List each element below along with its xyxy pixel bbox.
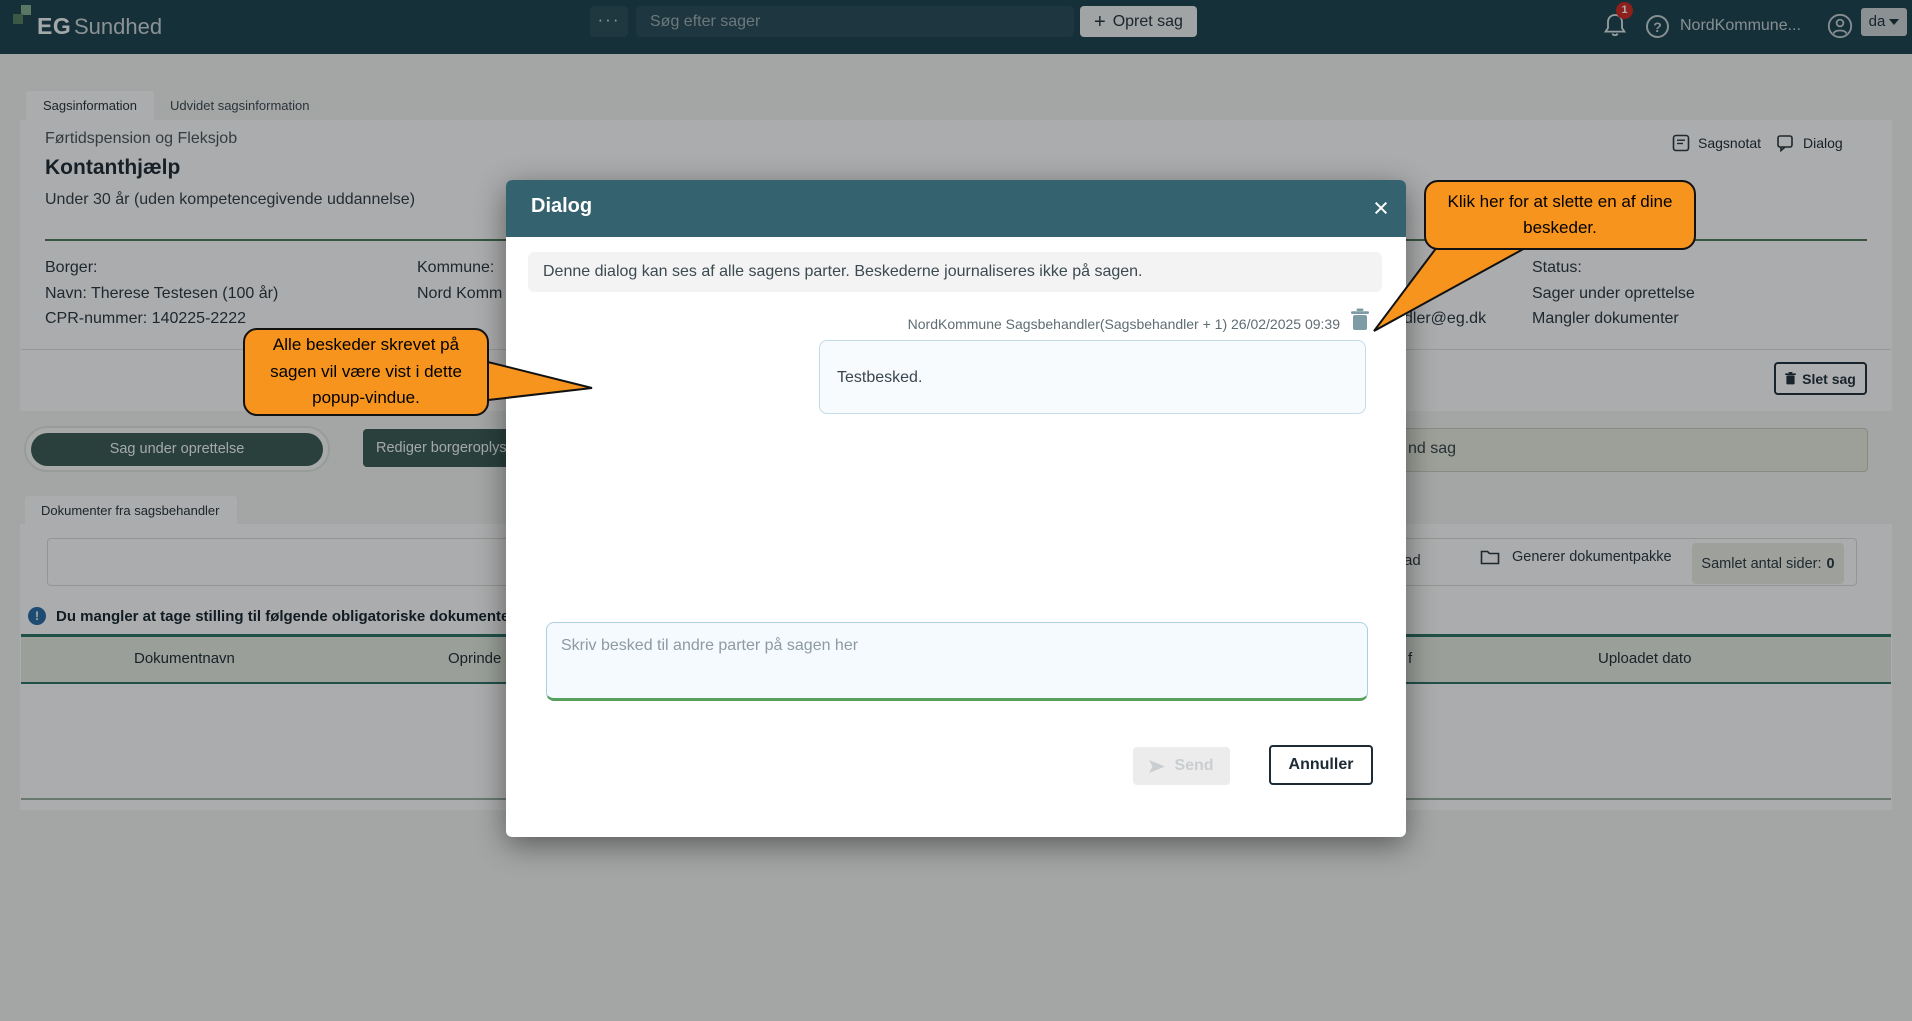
compose-message-box [546,622,1368,701]
message-meta: NordKommune Sagsbehandler(Sagsbehandler … [700,316,1340,332]
dialog-info-banner: Denne dialog kan ses af alle sagens part… [528,252,1382,292]
send-icon [1149,760,1165,773]
modal-title: Dialog [531,195,592,218]
callout-delete-tail [1360,243,1540,338]
dialog-modal-header: Dialog × [506,180,1406,237]
compose-message-input[interactable] [547,623,1367,698]
callout-popup-tail [480,352,598,408]
send-label: Send [1174,757,1213,775]
message-bubble: Testbesked. [819,340,1366,414]
callout-delete-hint: Klik her for at slette en af dine besked… [1424,180,1696,250]
callout-popup-hint: Alle beskeder skrevet på sagen vil være … [243,328,489,416]
cancel-button[interactable]: Annuller [1269,745,1373,785]
dialog-modal: Dialog × Denne dialog kan ses af alle sa… [506,180,1406,837]
message-text: Testbesked. [837,369,922,387]
app-screen: EG Sundhed ··· + Opret sag 1 ? NordKommu… [0,0,1912,1021]
send-button[interactable]: Send [1133,747,1230,785]
close-icon[interactable]: × [1364,190,1398,226]
